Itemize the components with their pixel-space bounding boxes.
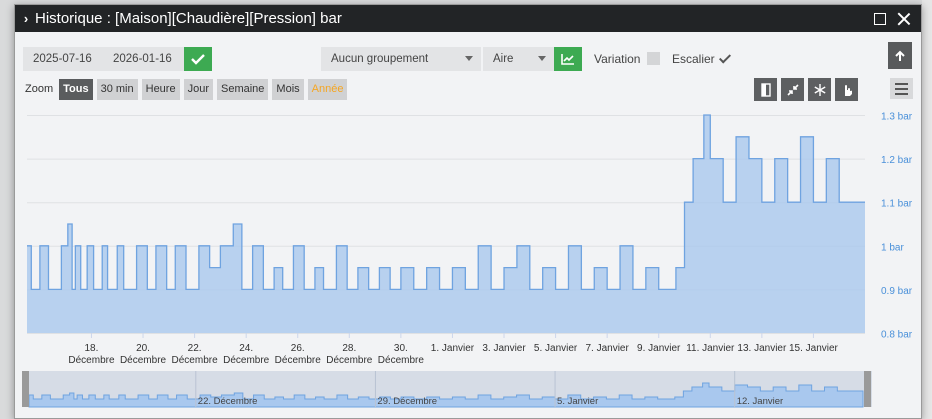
pressure-chart: 0.8 bar 0.9 bar 1 bar 1.1 bar 1.2 bar 1.3 bar…	[22, 112, 913, 408]
line-chart-icon	[561, 54, 574, 65]
zoom-year-button[interactable]: Année	[307, 78, 348, 100]
navigator-tick-label: 12. Janvier	[737, 396, 783, 407]
y-tick-label: 1.2 bar	[881, 155, 913, 166]
chart-menu-button[interactable]	[890, 78, 913, 99]
chevron-right-icon[interactable]: ›	[19, 11, 33, 26]
variation-label: Variation	[594, 52, 641, 66]
x-tick-label: 9. Janvier	[637, 343, 681, 354]
x-tick-label-line2: Décembre	[378, 355, 425, 366]
x-tick-label: 30.	[394, 343, 408, 354]
escalier-checkbox[interactable]	[718, 52, 731, 65]
hand-pointer-icon	[844, 84, 852, 96]
zoom-hour-button[interactable]: Heure	[141, 78, 180, 100]
x-tick-label: 5. Janvier	[534, 343, 578, 354]
zoom-week-button[interactable]: Semaine	[217, 78, 269, 100]
y-tick-label: 1.1 bar	[881, 199, 913, 210]
zoom-label: Zoom	[25, 83, 54, 95]
chevron-down-icon	[538, 56, 546, 61]
dialog-titlebar: › Historique : [Maison][Chaudière][Press…	[15, 5, 921, 32]
close-icon[interactable]	[897, 12, 911, 26]
x-tick-label: 13. Janvier	[737, 343, 787, 354]
navigator-tick-label: 5. Janvier	[557, 396, 598, 407]
pan-tool-button[interactable]	[835, 78, 858, 101]
grouping-value: Aucun groupement	[331, 53, 429, 65]
x-tick-label: 1. Janvier	[431, 343, 475, 354]
x-tick-label-line2: Décembre	[120, 355, 167, 366]
chevron-down-icon	[465, 56, 473, 61]
chart-kind-select[interactable]: Aire	[483, 47, 554, 71]
x-tick-label-line2: Décembre	[326, 355, 373, 366]
y-tick-label: 0.8 bar	[881, 330, 913, 341]
series-area	[27, 115, 865, 333]
arrow-up-icon	[895, 50, 905, 61]
history-dialog: › Historique : [Maison][Chaudière][Press…	[14, 4, 922, 419]
date-start-field[interactable]: 2025-07-16	[23, 47, 103, 71]
navigator-handle-right[interactable]	[864, 371, 871, 407]
x-tick-label: 22.	[188, 343, 202, 354]
x-tick-label-line2: Décembre	[275, 355, 322, 366]
date-end-field[interactable]: 2026-01-16	[103, 47, 184, 71]
scroll-up-button[interactable]	[888, 42, 912, 69]
y-tick-label: 1.3 bar	[881, 112, 913, 123]
dialog-title: Historique : [Maison][Chaudière][Pressio…	[35, 10, 342, 27]
x-tick-label: 20.	[136, 343, 150, 354]
x-tick-label: 11. Janvier	[686, 343, 735, 354]
x-tick-label-line2: Décembre	[172, 355, 219, 366]
x-tick-label-line2: Décembre	[223, 355, 270, 366]
apply-button[interactable]	[184, 47, 212, 71]
check-icon	[191, 54, 205, 65]
zoom-month-button[interactable]: Mois	[272, 78, 304, 100]
hamburger-icon	[895, 82, 908, 85]
x-tick-label: 3. Janvier	[482, 343, 526, 354]
navigator-handle-left[interactable]	[22, 371, 29, 407]
zoom-30min-button[interactable]: 30 min	[96, 78, 138, 100]
y-tick-label: 0.9 bar	[881, 286, 913, 297]
range-toolbar: 2025-07-16 2026-01-16 Aucun groupement A…	[23, 42, 913, 71]
x-tick-label: 28.	[342, 343, 356, 354]
compress-icon	[786, 83, 799, 96]
zoom-all-button[interactable]: Tous	[59, 78, 93, 100]
x-tick-label: 15. Janvier	[789, 343, 839, 354]
x-tick-label: 18.	[85, 343, 99, 354]
snowflake-icon	[813, 83, 826, 96]
x-tick-label: 26.	[291, 343, 305, 354]
x-tick-label: 24.	[239, 343, 253, 354]
x-tick-label-line2: Décembre	[68, 355, 115, 366]
background-page	[922, 0, 932, 419]
compress-tool-button[interactable]	[781, 78, 804, 101]
maximize-icon[interactable]	[873, 12, 887, 26]
chart-type-button[interactable]	[554, 47, 582, 71]
column-icon	[760, 82, 771, 97]
escalier-label: Escalier	[672, 52, 715, 66]
y-tick-label: 1 bar	[881, 242, 904, 253]
navigator-tick-label: 22. Décembre	[198, 396, 258, 407]
chart-kind-value: Aire	[493, 53, 514, 65]
grouping-select[interactable]: Aucun groupement	[321, 47, 481, 71]
freeze-tool-button[interactable]	[808, 78, 831, 101]
zoom-day-button[interactable]: Jour	[183, 78, 213, 100]
variation-checkbox[interactable]	[647, 52, 660, 65]
navigator[interactable]: 22. Décembre 29. Décembre 5. Janvier 12. Ja…	[22, 371, 872, 408]
navigator-tick-label: 29. Décembre	[377, 396, 437, 407]
chart-tools	[754, 78, 858, 101]
zoom-bar: Zoom Tous 30 min Heure Jour Semaine Mois…	[25, 78, 348, 100]
column-tool-button[interactable]	[754, 78, 777, 101]
x-tick-label: 7. Janvier	[585, 343, 629, 354]
